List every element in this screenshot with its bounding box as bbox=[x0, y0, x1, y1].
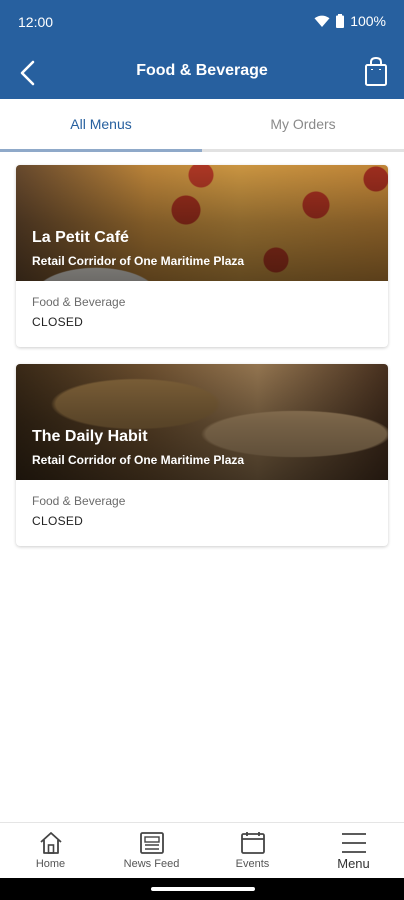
venue-category: Food & Beverage bbox=[32, 494, 126, 508]
nav-events[interactable]: Events bbox=[202, 823, 303, 879]
venue-name: La Petit Café bbox=[32, 229, 129, 246]
tab-indicator bbox=[0, 149, 202, 152]
tab-my-orders[interactable]: My Orders bbox=[202, 99, 404, 149]
home-icon bbox=[40, 832, 62, 854]
nav-menu-label: Menu bbox=[337, 856, 370, 871]
shopping-bag-icon[interactable] bbox=[362, 56, 390, 88]
wifi-icon bbox=[314, 15, 330, 27]
hamburger-icon bbox=[342, 833, 366, 853]
tab-all-menus[interactable]: All Menus bbox=[0, 99, 202, 149]
venue-details: Food & Beverage CLOSED bbox=[16, 281, 388, 347]
news-icon bbox=[140, 832, 164, 854]
venue-details: Food & Beverage CLOSED bbox=[16, 480, 388, 546]
nav-events-label: Events bbox=[235, 858, 270, 870]
venue-image: La Petit Café Retail Corridor of One Mar… bbox=[16, 165, 388, 281]
system-gesture-bar bbox=[0, 878, 404, 900]
app-header: 12:00 100% Food & Beverage bbox=[0, 0, 404, 99]
nav-home-label: Home bbox=[35, 858, 66, 870]
status-icons: 100% bbox=[314, 13, 386, 29]
venue-status: CLOSED bbox=[32, 514, 84, 528]
venue-location: Retail Corridor of One Maritime Plaza bbox=[32, 254, 245, 268]
venue-card[interactable]: The Daily Habit Retail Corridor of One M… bbox=[16, 364, 388, 546]
nav-news-feed[interactable]: News Feed bbox=[101, 823, 202, 879]
status-bar: 12:00 100% bbox=[0, 0, 404, 44]
nav-news-feed-label: News Feed bbox=[123, 858, 180, 870]
venue-card[interactable]: La Petit Café Retail Corridor of One Mar… bbox=[16, 165, 388, 347]
home-indicator[interactable] bbox=[151, 887, 255, 891]
calendar-icon bbox=[241, 832, 265, 854]
battery-icon bbox=[336, 14, 345, 28]
tab-bar: All Menus My Orders bbox=[0, 99, 404, 152]
nav-home[interactable]: Home bbox=[0, 823, 101, 879]
venue-name: The Daily Habit bbox=[32, 428, 148, 445]
status-time: 12:00 bbox=[18, 14, 54, 30]
venue-location: Retail Corridor of One Maritime Plaza bbox=[32, 453, 245, 467]
bottom-nav: Home News Feed Events Menu bbox=[0, 822, 404, 879]
battery-percent: 100% bbox=[350, 13, 386, 29]
nav-menu[interactable]: Menu bbox=[303, 823, 404, 879]
page-title: Food & Beverage bbox=[136, 62, 268, 79]
venue-category: Food & Beverage bbox=[32, 295, 126, 309]
title-bar: Food & Beverage bbox=[0, 44, 404, 99]
venue-status: CLOSED bbox=[32, 315, 84, 329]
venue-image: The Daily Habit Retail Corridor of One M… bbox=[16, 364, 388, 480]
